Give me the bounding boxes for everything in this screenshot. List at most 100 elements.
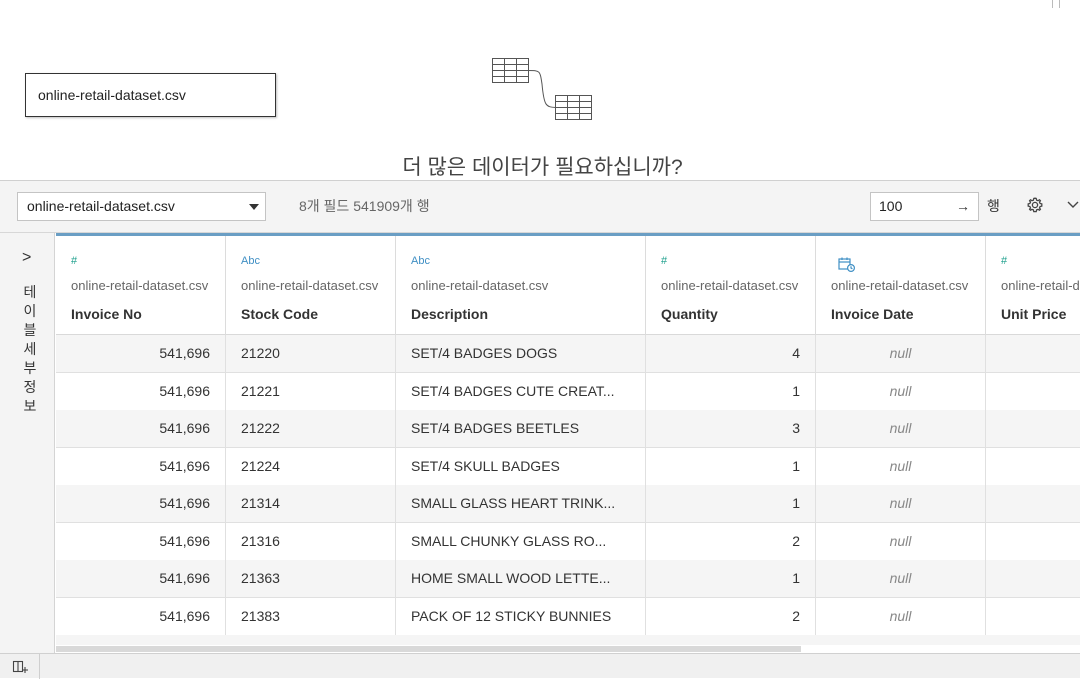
cell-invoice-date[interactable]: null (816, 522, 986, 560)
data-grid: # online-retail-dataset.csv Invoice No A… (56, 233, 1080, 645)
cell-stock-code[interactable]: 21220 (226, 335, 396, 372)
cell-unit-price[interactable] (986, 598, 1080, 635)
arrow-right-icon[interactable]: → (956, 193, 970, 220)
hash-icon[interactable]: # (71, 255, 77, 267)
column-header-invoice-no[interactable]: # online-retail-dataset.csv Invoice No (56, 236, 226, 335)
cell-stock-code[interactable]: 21221 (226, 372, 396, 410)
table-row: 541,696 21314 SMALL GLASS HEART TRINK... 1 n… (56, 485, 1080, 523)
cell-unit-price[interactable] (986, 448, 1080, 485)
cell-description[interactable]: SET/4 BADGES DOGS (396, 335, 646, 372)
abc-icon[interactable]: Abc (241, 255, 260, 267)
cell-stock-code[interactable]: 21314 (226, 485, 396, 522)
table-row: 541,696 21224 SET/4 SKULL BADGES 1 null (56, 447, 1080, 486)
scrollbar-thumb[interactable] (56, 646, 801, 652)
table-row: 541,696 21316 SMALL CHUNKY GLASS RO... 2 nul… (56, 522, 1080, 561)
cell-quantity[interactable]: 3 (646, 410, 816, 447)
cell-invoice-date[interactable]: null (816, 410, 986, 447)
column-name[interactable]: Description (411, 306, 488, 322)
new-sheet-icon[interactable] (0, 654, 40, 679)
gear-icon[interactable] (1026, 196, 1044, 214)
column-name[interactable]: Unit Price (1001, 306, 1066, 322)
cell-invoice-date[interactable]: null (816, 447, 986, 485)
cell-description[interactable]: SET/4 SKULL BADGES (396, 447, 646, 485)
cell-description[interactable]: SMALL GLASS HEART TRINK... (396, 485, 646, 522)
cell-unit-price[interactable] (986, 373, 1080, 410)
status-bar (0, 653, 1080, 679)
cell-stock-code[interactable]: 21224 (226, 447, 396, 485)
cell-quantity[interactable]: 2 (646, 597, 816, 635)
cell-invoice-no[interactable]: 541,696 (56, 522, 226, 560)
source-table-box[interactable]: online-retail-dataset.csv (25, 73, 276, 117)
calendar-clock-icon[interactable] (838, 257, 856, 273)
table-select-value: online-retail-dataset.csv (27, 198, 175, 214)
cell-quantity[interactable]: 4 (646, 335, 816, 372)
cell-invoice-date[interactable]: null (816, 335, 986, 372)
top-corner-marks (1046, 0, 1060, 10)
hash-icon[interactable]: # (661, 255, 667, 267)
horizontal-scrollbar[interactable] (56, 645, 1080, 653)
partial-row (56, 635, 1080, 645)
cell-unit-price[interactable] (986, 523, 1080, 560)
cell-invoice-no[interactable]: 541,696 (56, 560, 226, 597)
abc-icon[interactable]: Abc (411, 255, 430, 267)
column-source: online-retail-dataset.csv (831, 278, 969, 293)
cell-invoice-date[interactable]: null (816, 372, 986, 410)
column-header-quantity[interactable]: # online-retail-dataset.csv Quantity (646, 236, 816, 335)
table-details-label[interactable]: 테이블 세부 정보 (22, 283, 38, 416)
cell-stock-code[interactable]: 21222 (226, 410, 396, 447)
cell-description[interactable]: SET/4 BADGES CUTE CREAT... (396, 372, 646, 410)
cell-invoice-no[interactable]: 541,696 (56, 485, 226, 522)
column-header-description[interactable]: Abc online-retail-dataset.csv Descriptio… (396, 236, 646, 335)
cell-description[interactable]: HOME SMALL WOOD LETTE... (396, 560, 646, 597)
cell-description[interactable]: SET/4 BADGES BEETLES (396, 410, 646, 447)
cell-stock-code[interactable]: 21363 (226, 560, 396, 597)
cell-quantity[interactable]: 2 (646, 522, 816, 560)
chevron-down-icon[interactable] (1066, 200, 1080, 210)
column-header-stock-code[interactable]: Abc online-retail-dataset.csv Stock Code (226, 236, 396, 335)
grid-header: # online-retail-dataset.csv Invoice No A… (56, 233, 1080, 335)
table-row: 541,696 21363 HOME SMALL WOOD LETTE... 1 nul… (56, 560, 1080, 598)
rows-input[interactable]: 100 → (870, 192, 979, 221)
column-header-unit-price[interactable]: # online-retail-d Unit Price (986, 236, 1080, 335)
cell-stock-code[interactable]: 21383 (226, 597, 396, 635)
cell-invoice-date[interactable]: null (816, 597, 986, 635)
cell-invoice-no[interactable]: 541,696 (56, 597, 226, 635)
cell-invoice-date[interactable]: null (816, 485, 986, 522)
cell-unit-price[interactable] (986, 410, 1080, 447)
join-tables-icon (492, 58, 592, 120)
cell-quantity[interactable]: 1 (646, 447, 816, 485)
rows-label: 행 (987, 198, 1000, 214)
table-row: 541,696 21221 SET/4 BADGES CUTE CREAT... 1 n… (56, 372, 1080, 411)
column-source: online-retail-dataset.csv (241, 278, 379, 293)
cell-unit-price[interactable] (986, 335, 1080, 372)
column-name[interactable]: Quantity (661, 306, 718, 322)
cell-description[interactable]: PACK OF 12 STICKY BUNNIES (396, 597, 646, 635)
cell-stock-code[interactable]: 21316 (226, 522, 396, 560)
cell-unit-price[interactable] (986, 485, 1080, 522)
column-source: online-retail-dataset.csv (411, 278, 549, 293)
cell-invoice-no[interactable]: 541,696 (56, 447, 226, 485)
cell-invoice-no[interactable]: 541,696 (56, 410, 226, 447)
cell-quantity[interactable]: 1 (646, 560, 816, 597)
more-data-prompt[interactable]: 더 많은 데이터가 필요하십니까? (0, 150, 1080, 180)
cell-invoice-date[interactable]: null (816, 560, 986, 597)
cell-unit-price[interactable] (986, 560, 1080, 597)
hash-icon[interactable]: # (1001, 255, 1007, 267)
cell-quantity[interactable]: 1 (646, 485, 816, 522)
data-source-canvas: online-retail-dataset.csv 더 많은 데이터가 필요하십… (0, 0, 1080, 180)
column-name[interactable]: Invoice Date (831, 306, 913, 322)
table-row: 541,696 21220 SET/4 BADGES DOGS 4 null (56, 335, 1080, 373)
cell-quantity[interactable]: 1 (646, 372, 816, 410)
column-name[interactable]: Stock Code (241, 306, 318, 322)
cell-description[interactable]: SMALL CHUNKY GLASS RO... (396, 522, 646, 560)
column-header-invoice-date[interactable]: online-retail-dataset.csv Invoice Date (816, 236, 986, 335)
column-source: online-retail-dataset.csv (661, 278, 799, 293)
cell-invoice-no[interactable]: 541,696 (56, 335, 226, 372)
table-select[interactable]: online-retail-dataset.csv (17, 192, 266, 221)
field-row-count: 8개 필드 541909개 행 (299, 198, 430, 214)
expand-chevron-icon[interactable]: > (22, 249, 31, 267)
source-table-name: online-retail-dataset.csv (38, 87, 186, 103)
column-source: online-retail-d (1001, 278, 1080, 293)
cell-invoice-no[interactable]: 541,696 (56, 372, 226, 410)
column-name[interactable]: Invoice No (71, 306, 142, 322)
